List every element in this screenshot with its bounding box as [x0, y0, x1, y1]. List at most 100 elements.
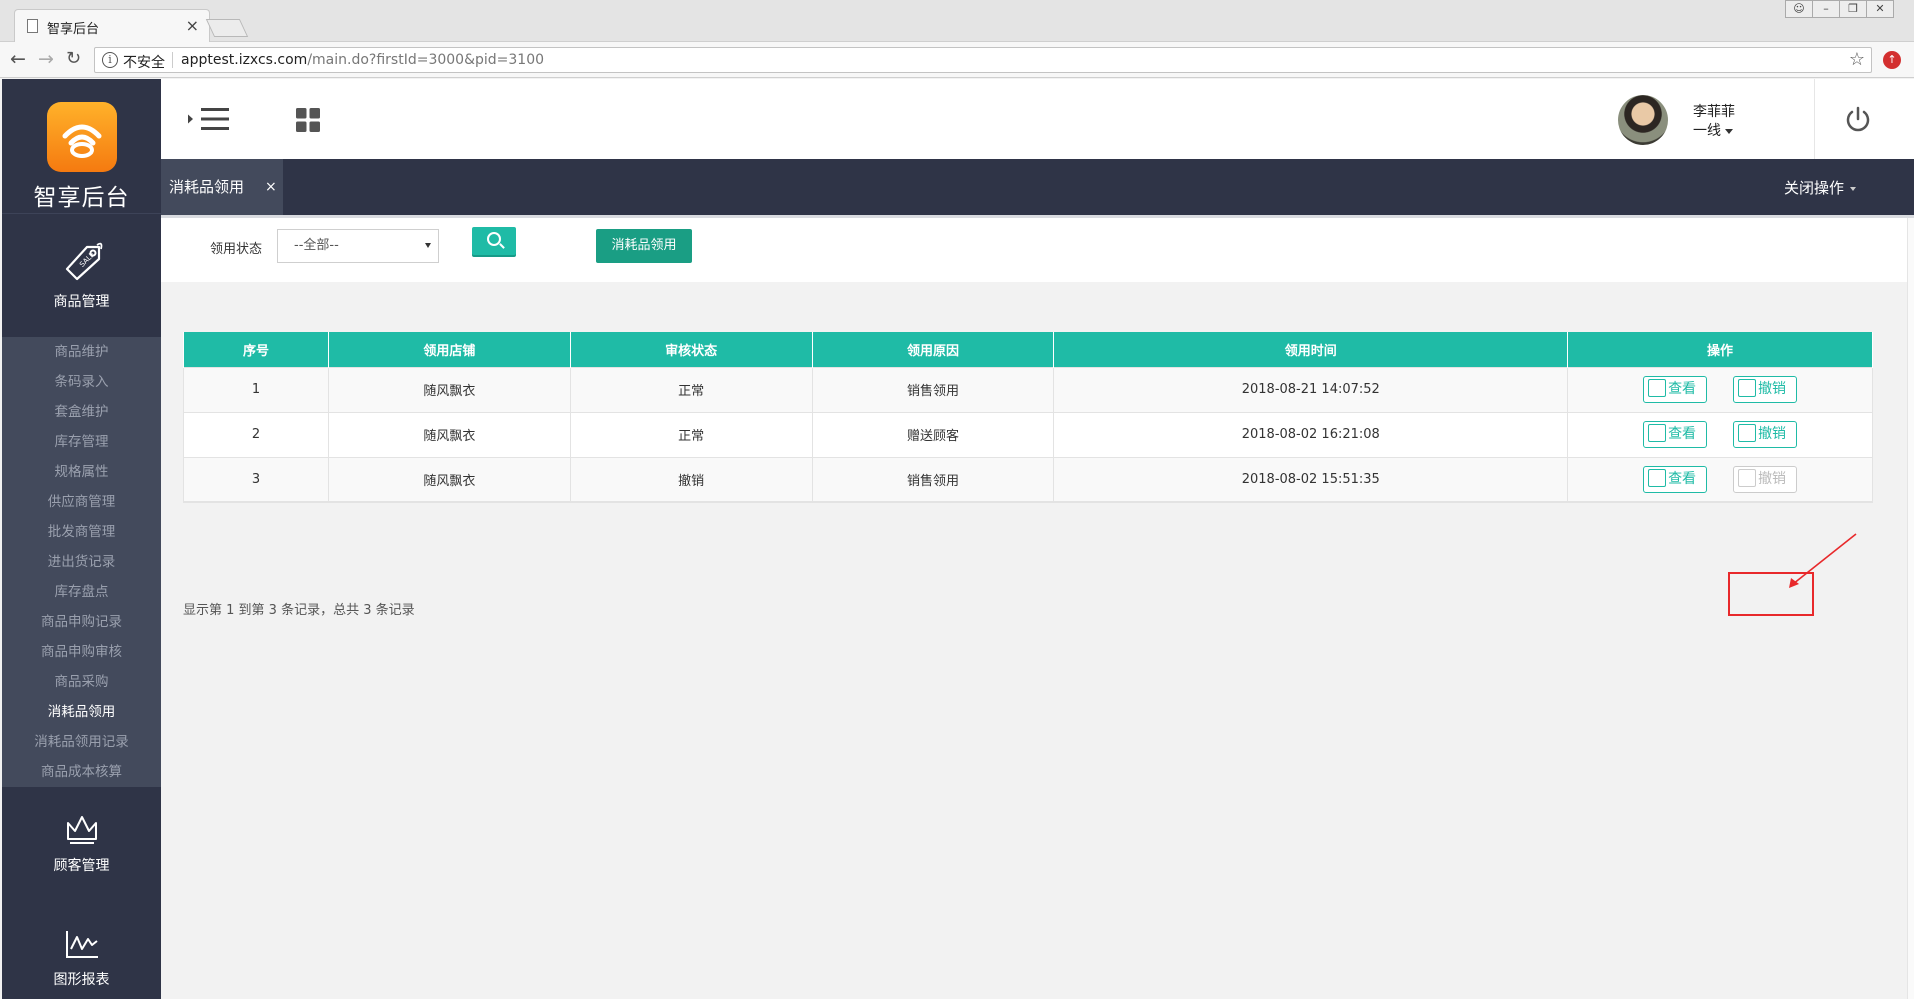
cell-time: 2018-08-21 14:07:52	[1053, 366, 1569, 413]
view-doc-icon	[1648, 379, 1667, 397]
power-icon	[1846, 106, 1870, 132]
profile-icon[interactable]: ☺	[1785, 0, 1813, 18]
logo-text: 智享后台	[33, 185, 130, 211]
cell-status: 正常	[569, 411, 813, 458]
minimize-icon[interactable]: –	[1812, 0, 1840, 18]
logo-area: 智享后台	[2, 79, 161, 214]
revoke-button-disabled: 撤销	[1733, 465, 1798, 493]
view-doc-icon	[1648, 468, 1667, 487]
cell-actions: 查看 撤销	[1567, 456, 1873, 503]
view-button[interactable]: 查看	[1643, 421, 1708, 448]
window-controls: ☺ – ❐ ✕	[1785, 0, 1894, 18]
avatar[interactable]	[1618, 95, 1668, 145]
submenu-item-spec[interactable]: 规格属性	[2, 457, 161, 487]
user-role-dropdown[interactable]: 一线	[1693, 120, 1733, 140]
collapse-sidebar-button[interactable]	[187, 106, 231, 136]
caret-down-icon	[1725, 128, 1733, 134]
cell-actions: 查看 撤销	[1567, 366, 1873, 413]
submenu-item-product-maintain[interactable]: 商品维护	[2, 337, 161, 367]
submenu-item-consumables[interactable]: 消耗品领用	[2, 697, 161, 727]
view-button-label: 查看	[1668, 381, 1697, 397]
new-tab-button[interactable]	[205, 19, 249, 37]
tab-consumables[interactable]: 消耗品领用 ×	[161, 159, 283, 215]
insecure-label: 不安全	[123, 55, 165, 71]
top-header: 李菲菲 一线	[161, 79, 1914, 159]
url-host: apptest.izxcs.com	[181, 52, 308, 68]
submenu-item-procurement[interactable]: 商品采购	[2, 667, 161, 697]
cell-reason: 销售领用	[811, 366, 1055, 413]
cell-no: 3	[183, 456, 329, 503]
pagination-info: 显示第 1 到第 3 条记录，总共 3 条记录	[183, 603, 415, 618]
submenu-item-stocktake[interactable]: 库存盘点	[2, 577, 161, 607]
url-field[interactable]: i 不安全 apptest.izxcs.com/main.do?firstId=…	[94, 47, 1872, 73]
page-icon	[27, 19, 38, 33]
browser-tabbar: 智享后台 × ☺ – ❐ ✕	[0, 0, 1914, 42]
submenu-item-barcode[interactable]: 条码录入	[2, 367, 161, 397]
extension-icon[interactable]: ↑	[1883, 51, 1901, 69]
page-tab-strip: 消耗品领用 × 关闭操作	[161, 159, 1914, 215]
url-separator	[172, 52, 173, 68]
submenu-item-inventory[interactable]: 库存管理	[2, 427, 161, 457]
forward-icon[interactable]: →	[38, 48, 54, 70]
module-customer[interactable]: 顾客管理	[2, 809, 161, 875]
user-role: 一线	[1693, 123, 1721, 139]
close-tab-icon[interactable]: ×	[186, 16, 199, 35]
search-button[interactable]	[472, 227, 516, 255]
column-header-reason: 领用原因	[811, 332, 1055, 367]
module-customer-label: 顾客管理	[53, 858, 110, 874]
module-product[interactable]: SALE 商品管理	[2, 239, 161, 311]
sale-tag-icon: SALE	[65, 242, 102, 281]
status-select[interactable]: --全部--	[277, 229, 439, 263]
module-report[interactable]: 图形报表	[2, 927, 161, 989]
user-name[interactable]: 李菲菲	[1693, 101, 1735, 121]
table-row: 1 随风飘衣 正常 销售领用 2018-08-21 14:07:52 查看 撤销	[183, 366, 1873, 413]
search-icon-handle	[499, 243, 505, 249]
bookmark-star-icon[interactable]: ☆	[1849, 49, 1865, 70]
view-button[interactable]: 查看	[1643, 465, 1708, 493]
annotation-arrow-icon	[1789, 533, 1857, 588]
submenu-item-stock-records[interactable]: 进出货记录	[2, 547, 161, 577]
table-row: 2 随风飘衣 正常 赠送顾客 2018-08-02 16:21:08 查看 撤销	[183, 411, 1873, 458]
revoke-button[interactable]: 撤销	[1733, 376, 1798, 403]
right-scroll-edge	[1907, 218, 1914, 999]
close-operations-dropdown[interactable]: 关闭操作	[1784, 177, 1856, 198]
submenu-item-supplier[interactable]: 供应商管理	[2, 487, 161, 517]
submenu-item-consumables-records[interactable]: 消耗品领用记录	[2, 727, 161, 757]
menu-collapse-icon	[188, 108, 229, 130]
browser-tab[interactable]: 智享后台 ×	[14, 9, 210, 42]
logout-button[interactable]	[1844, 105, 1872, 137]
revoke-button[interactable]: 撤销	[1733, 421, 1798, 448]
submenu-item-wholesaler[interactable]: 批发商管理	[2, 517, 161, 547]
info-icon[interactable]: i	[102, 52, 118, 68]
submenu-item-cost-accounting[interactable]: 商品成本核算	[2, 757, 161, 787]
table-row: 3 随风飘衣 撤销 销售领用 2018-08-02 15:51:35 查看 撤销	[183, 456, 1873, 503]
close-tab-icon[interactable]: ×	[265, 159, 277, 215]
submenu-item-purchase-request-records[interactable]: 商品申购记录	[2, 607, 161, 637]
close-operations-label: 关闭操作	[1783, 179, 1844, 197]
main-content: 序号 领用店铺 审核状态 领用原因 领用时间 操作 1 随风飘衣 正常 销售领用…	[161, 282, 1907, 999]
grid-icon	[296, 108, 320, 132]
cell-status: 撤销	[569, 456, 813, 503]
app: 智享后台 SALE 商品管理 商品维护 条码录入 套盒维护 库存管理 规格属性 …	[0, 79, 1914, 999]
revoke-button-label: 撤销	[1758, 470, 1787, 487]
submenu-item-purchase-request-review[interactable]: 商品申购审核	[2, 637, 161, 667]
apps-grid-button[interactable]	[295, 107, 321, 137]
back-icon[interactable]: ←	[10, 48, 26, 70]
submenu-item-kit[interactable]: 套盒维护	[2, 397, 161, 427]
reload-icon[interactable]: ↻	[66, 48, 81, 69]
maximize-icon[interactable]: ❐	[1839, 0, 1867, 18]
status-filter-label: 领用状态	[210, 242, 263, 257]
close-window-icon[interactable]: ✕	[1866, 0, 1894, 18]
status-select-value: --全部--	[294, 238, 339, 253]
cell-status: 正常	[569, 366, 813, 413]
url-text: apptest.izxcs.com/main.do?firstId=3000&p…	[181, 52, 544, 68]
caret-down-icon	[1850, 186, 1856, 191]
revoke-arrow-icon	[1738, 468, 1757, 487]
view-button-label: 查看	[1668, 470, 1697, 487]
crown-icon	[66, 816, 97, 844]
cell-reason: 赠送顾客	[811, 411, 1055, 458]
view-button[interactable]: 查看	[1643, 376, 1708, 403]
add-consumable-use-button[interactable]: 消耗品领用	[596, 229, 692, 263]
revoke-button-label: 撤销	[1758, 426, 1787, 442]
filter-bar: 领用状态 --全部-- 消耗品领用	[161, 218, 1907, 282]
